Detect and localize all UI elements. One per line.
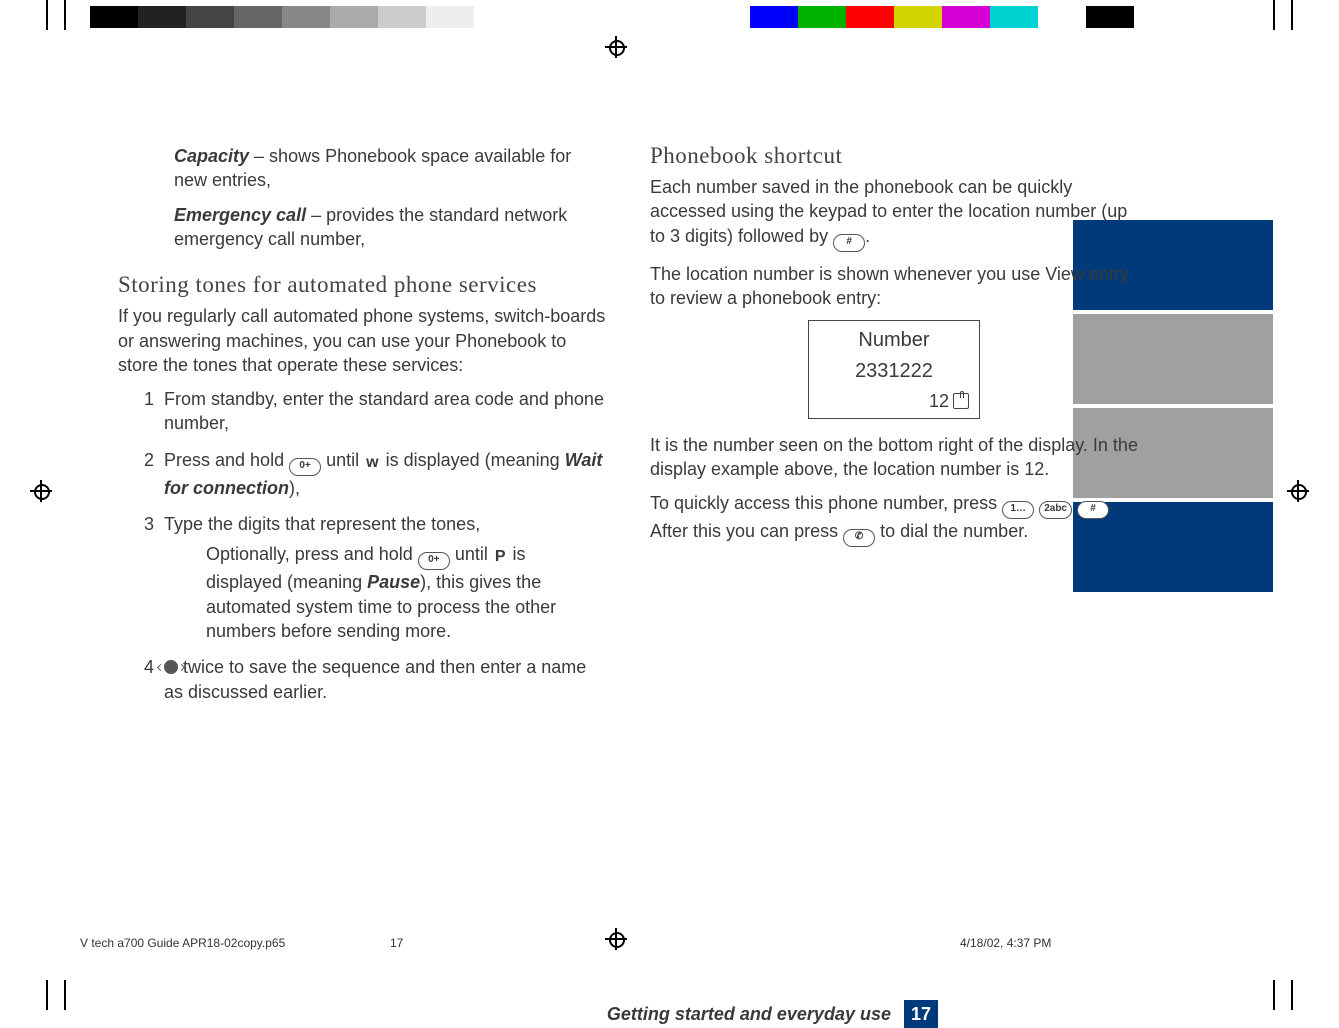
storing-tones-heading: Storing tones for automated phone servic…	[118, 269, 606, 300]
crop-line	[64, 980, 66, 1010]
step-2-mid: until	[326, 450, 364, 470]
key-hash-icon: #	[1077, 501, 1109, 519]
wait-glyph-icon: w	[364, 452, 380, 474]
registration-mark-icon	[30, 480, 52, 502]
step-1-text: From standby, enter the standard area co…	[164, 389, 604, 433]
grayscale-bar	[90, 6, 474, 28]
crop-line	[64, 0, 66, 30]
step-2-end: ),	[289, 478, 300, 498]
crop-line	[1291, 0, 1293, 30]
shortcut-p4-pre: To quickly access this phone number, pre…	[650, 493, 1002, 513]
screen-location: 12	[929, 389, 949, 413]
step-3-sub: Optionally, press and hold 0+ until P is…	[164, 542, 606, 643]
step-3-sub-pre: Optionally, press and hold	[206, 544, 418, 564]
capacity-label: Capacity	[174, 146, 249, 166]
step-3-sub-mid: until	[455, 544, 493, 564]
page-content: Capacity – shows Phonebook space availab…	[118, 140, 1138, 716]
shortcut-p1: Each number saved in the phonebook can b…	[650, 175, 1138, 252]
key-zero-icon: 0+	[289, 458, 321, 476]
key-zero-icon: 0+	[418, 552, 450, 570]
storing-tones-lead: If you regularly call automated phone sy…	[118, 304, 606, 377]
steps-list: From standby, enter the standard area co…	[118, 387, 606, 704]
nav-dot-icon	[164, 660, 178, 674]
step-2: Press and hold 0+ until w is displayed (…	[144, 448, 606, 500]
shortcut-p3: It is the number seen on the bottom righ…	[650, 433, 1138, 482]
registration-mark-icon	[1287, 480, 1309, 502]
shortcut-p1-pre: Each number saved in the phonebook can b…	[650, 177, 1127, 246]
shortcut-p4: To quickly access this phone number, pre…	[650, 491, 1138, 547]
registration-mark-icon	[605, 36, 627, 58]
crop-line	[46, 0, 48, 30]
page-number-badge: 17	[904, 1000, 938, 1028]
capacity-item: Capacity – shows Phonebook space availab…	[118, 144, 606, 193]
key-call-icon: ✆	[843, 529, 875, 547]
left-column: Capacity – shows Phonebook space availab…	[118, 140, 606, 716]
slug-stamp: 4/18/02, 4:37 PM	[960, 935, 1051, 951]
phone-screen-box: Number 2331222 12	[808, 320, 980, 418]
step-3-text: Type the digits that represent the tones…	[164, 514, 480, 534]
step-4: twice to save the sequence and then ente…	[144, 655, 606, 704]
crop-line	[46, 980, 48, 1010]
phonebook-icon	[953, 393, 969, 409]
step-2-pre: Press and hold	[164, 450, 289, 470]
footer-text: Getting started and everyday use	[607, 1004, 891, 1024]
key-one-icon: 1…	[1002, 501, 1034, 519]
emergency-label: Emergency call	[174, 205, 306, 225]
shortcut-p4-end: to dial the number.	[880, 521, 1028, 541]
crop-line	[1273, 0, 1275, 30]
slug-page: 17	[390, 935, 403, 951]
shortcut-p2: The location number is shown whenever yo…	[650, 262, 1138, 311]
step-1: From standby, enter the standard area co…	[144, 387, 606, 436]
crop-line	[1273, 980, 1275, 1010]
screen-number: 2331222	[819, 358, 969, 385]
screen-title: Number	[819, 327, 969, 354]
shortcut-p1-end: .	[865, 226, 870, 246]
key-hash-icon: #	[833, 234, 865, 252]
phonebook-shortcut-heading: Phonebook shortcut	[650, 140, 1138, 171]
crop-line	[1291, 980, 1293, 1010]
page-footer: Getting started and everyday use 17	[118, 1000, 938, 1028]
registration-mark-icon	[605, 928, 627, 950]
key-two-icon: 2abc	[1039, 501, 1072, 519]
step-3: Type the digits that represent the tones…	[144, 512, 606, 643]
color-bar	[750, 6, 1134, 28]
pause-glyph-icon: P	[493, 546, 508, 568]
slug-file: V tech a700 Guide APR18-02copy.p65	[80, 935, 285, 951]
emergency-item: Emergency call – provides the standard n…	[118, 203, 606, 252]
step-2-post: is displayed (meaning	[386, 450, 565, 470]
step-4-text: twice to save the sequence and then ente…	[164, 657, 586, 701]
step-3-sub-bold: Pause	[367, 572, 420, 592]
right-column: Phonebook shortcut Each number saved in …	[650, 140, 1138, 716]
